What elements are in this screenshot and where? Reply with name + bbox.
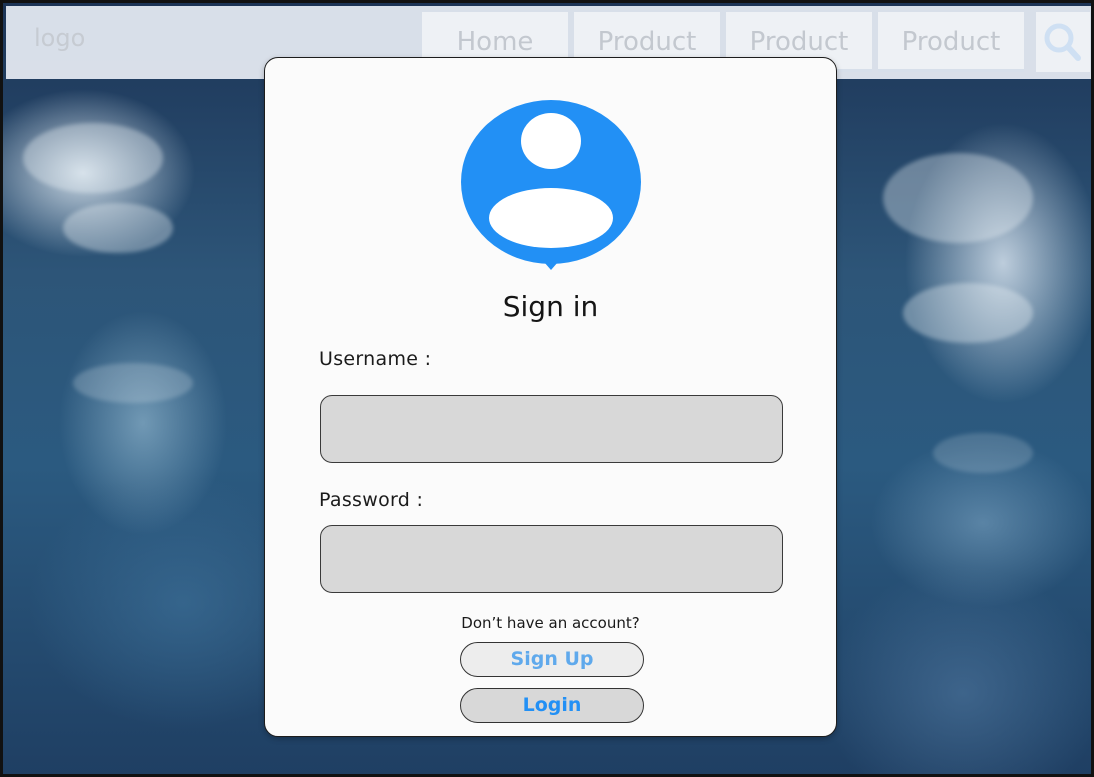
user-avatar-icon bbox=[461, 100, 641, 270]
username-label: Username : bbox=[319, 348, 432, 370]
password-input[interactable] bbox=[320, 525, 783, 593]
username-input[interactable] bbox=[320, 395, 783, 463]
sign-up-button[interactable]: Sign Up bbox=[460, 642, 644, 677]
search-icon bbox=[1044, 23, 1081, 61]
app-frame: logo Home Product Product Product Sign i… bbox=[0, 0, 1094, 777]
logo[interactable]: logo bbox=[34, 24, 85, 52]
page-title: Sign in bbox=[502, 290, 599, 323]
password-label: Password : bbox=[319, 489, 424, 511]
login-button[interactable]: Login bbox=[460, 688, 644, 723]
nav-item-product-3[interactable]: Product bbox=[878, 12, 1024, 72]
no-account-text: Don’t have an account? bbox=[461, 614, 640, 632]
signin-card: Sign in Username : Password : Don’t have… bbox=[264, 57, 837, 737]
search-button[interactable] bbox=[1036, 12, 1090, 72]
